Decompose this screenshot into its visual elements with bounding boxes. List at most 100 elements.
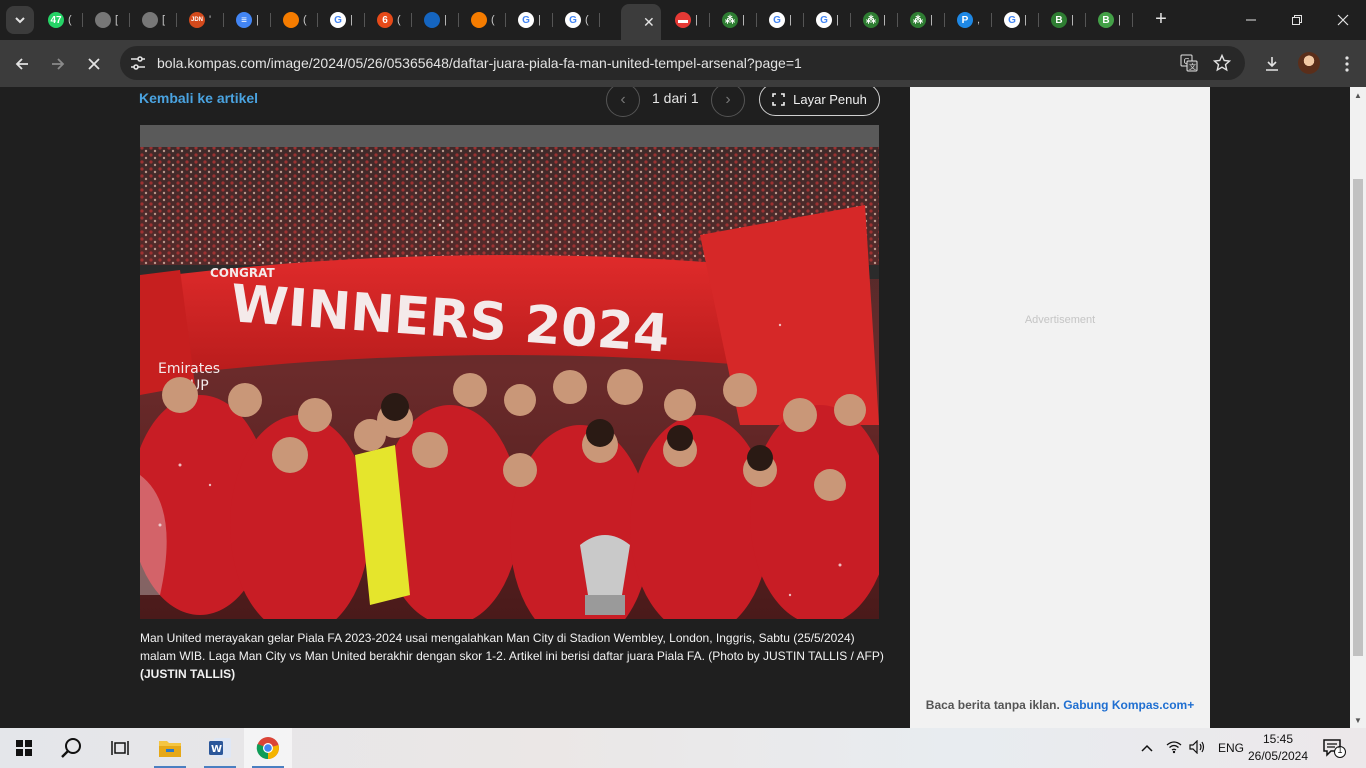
runner-icon: ⁂: [863, 12, 879, 28]
tab-10[interactable]: G |: [518, 6, 544, 34]
tab-title: |: [1071, 14, 1074, 26]
tab-active[interactable]: ( ✕: [621, 4, 661, 40]
badge-icon: ▬: [675, 12, 691, 28]
menu-button[interactable]: [1333, 50, 1361, 78]
article-photo[interactable]: WINNERS 2024 CONGRAT Emirates UP: [140, 125, 879, 619]
tab-search-button[interactable]: [6, 6, 34, 34]
volume-icon[interactable]: [1186, 739, 1210, 757]
tab-title: |: [930, 14, 933, 26]
forward-button[interactable]: [44, 50, 72, 78]
tab-7[interactable]: 6(: [377, 6, 403, 34]
tab-title: |: [883, 14, 886, 26]
scroll-thumb[interactable]: [1353, 179, 1363, 656]
restore-button[interactable]: [1274, 6, 1320, 34]
tab-title: |: [1024, 14, 1027, 26]
notification-center-button[interactable]: 1: [1322, 738, 1346, 758]
tab-after-7[interactable]: G |: [1004, 6, 1030, 34]
tab-after-5[interactable]: ⁂ |: [910, 6, 936, 34]
address-bar[interactable]: bola.kompas.com/image/2024/05/26/0536564…: [120, 46, 1245, 80]
ad-promo: Baca berita tanpa iklan. Gabung Kompas.c…: [910, 698, 1210, 712]
tab-title: ': [209, 14, 212, 26]
tab-separator: [944, 13, 945, 27]
tab-separator: [756, 13, 757, 27]
globe-icon: [95, 12, 111, 28]
tab-separator: [1085, 13, 1086, 27]
back-to-article-link[interactable]: Kembali ke artikel: [139, 90, 258, 106]
page-scrollbar[interactable]: ▲ ▼: [1350, 87, 1366, 728]
chrome-button[interactable]: [244, 728, 292, 768]
tab-3[interactable]: JDN ': [189, 6, 215, 34]
b-icon: B: [1051, 12, 1067, 28]
new-tab-button[interactable]: +: [1150, 8, 1172, 30]
site-settings-icon[interactable]: [128, 53, 148, 73]
chevron-right-icon: ›: [725, 91, 731, 108]
tab-6[interactable]: G |: [330, 6, 356, 34]
task-view-button[interactable]: [96, 728, 144, 768]
p-icon: P: [957, 12, 973, 28]
google-icon: G: [565, 12, 581, 28]
b-icon: B: [1098, 12, 1114, 28]
chevron-down-icon: [15, 17, 25, 24]
downloads-button[interactable]: [1258, 50, 1286, 78]
tab-after-4[interactable]: ⁂ |: [863, 6, 889, 34]
tab-after-9[interactable]: B |: [1098, 6, 1124, 34]
tab-separator: [458, 13, 459, 27]
tab-strip: 47([[JDN'≡|(G|6(|(G|G( ( ✕ ▬|⁂|G|G|⁂|⁂|P…: [0, 0, 1366, 40]
whatsapp-icon: 47: [48, 12, 64, 28]
tab-4[interactable]: ≡ |: [236, 6, 262, 34]
tab-title: |: [789, 14, 792, 26]
translate-icon[interactable]: G文: [1179, 53, 1199, 73]
scroll-up-icon[interactable]: ▲: [1350, 88, 1366, 102]
tab-separator: [317, 13, 318, 27]
bookmark-star-icon[interactable]: [1212, 53, 1232, 73]
tab-separator: [991, 13, 992, 27]
tab-8[interactable]: |: [424, 6, 450, 34]
tab-after-0[interactable]: ▬ |: [675, 6, 701, 34]
tab-title: |: [1118, 14, 1121, 26]
minimize-button[interactable]: [1228, 6, 1274, 34]
tab-0[interactable]: 47 (: [48, 6, 74, 34]
page-content: Kembali ke artikel ‹ 1 dari 1 › Layar Pe…: [0, 87, 1350, 728]
clock[interactable]: 15:45 26/05/2024: [1244, 731, 1312, 765]
fullscreen-button[interactable]: Layar Penuh: [759, 87, 880, 116]
tab-9[interactable]: (: [471, 6, 497, 34]
search-button[interactable]: [48, 728, 96, 768]
close-icon: [88, 58, 100, 70]
subscribe-link[interactable]: Gabung Kompas.com+: [1063, 698, 1194, 712]
tab-after-1[interactable]: ⁂ |: [722, 6, 748, 34]
tab-after-6[interactable]: P,: [957, 6, 983, 34]
tab-separator: [897, 13, 898, 27]
start-button[interactable]: [0, 728, 48, 768]
next-image-button[interactable]: ›: [711, 87, 745, 117]
word-button[interactable]: W: [196, 728, 244, 768]
language-indicator[interactable]: ENG: [1218, 741, 1244, 755]
chevron-up-icon[interactable]: [1138, 741, 1156, 755]
clock-date: 26/05/2024: [1247, 749, 1309, 763]
tab-5[interactable]: (: [283, 6, 309, 34]
windows-logo-icon: [16, 740, 32, 756]
close-icon: [1337, 14, 1349, 26]
stop-loading-button[interactable]: [80, 50, 108, 78]
tab-title: (: [491, 14, 495, 26]
close-window-button[interactable]: [1320, 6, 1366, 34]
tab-2[interactable]: [: [142, 6, 168, 34]
tab-after-2[interactable]: G |: [769, 6, 795, 34]
prev-image-button[interactable]: ‹: [606, 87, 640, 117]
url-text[interactable]: bola.kompas.com/image/2024/05/26/0536564…: [157, 55, 802, 71]
tab-title: [: [162, 14, 166, 26]
file-explorer-button[interactable]: [146, 728, 194, 768]
scroll-down-icon[interactable]: ▼: [1350, 713, 1366, 727]
tab-11[interactable]: G(: [565, 6, 591, 34]
arrow-right-icon: [52, 58, 65, 70]
tab-after-3[interactable]: G |: [816, 6, 842, 34]
network-icon[interactable]: [1162, 740, 1186, 757]
globe-icon: [142, 12, 158, 28]
google-icon: G: [816, 12, 832, 28]
tab-title: ,: [977, 14, 981, 26]
tab-after-8[interactable]: B |: [1051, 6, 1077, 34]
tab-title: |: [695, 14, 698, 26]
close-tab-icon[interactable]: ✕: [643, 14, 655, 31]
profile-avatar[interactable]: [1298, 52, 1320, 74]
tab-1[interactable]: [: [95, 6, 121, 34]
back-button[interactable]: [8, 50, 36, 78]
